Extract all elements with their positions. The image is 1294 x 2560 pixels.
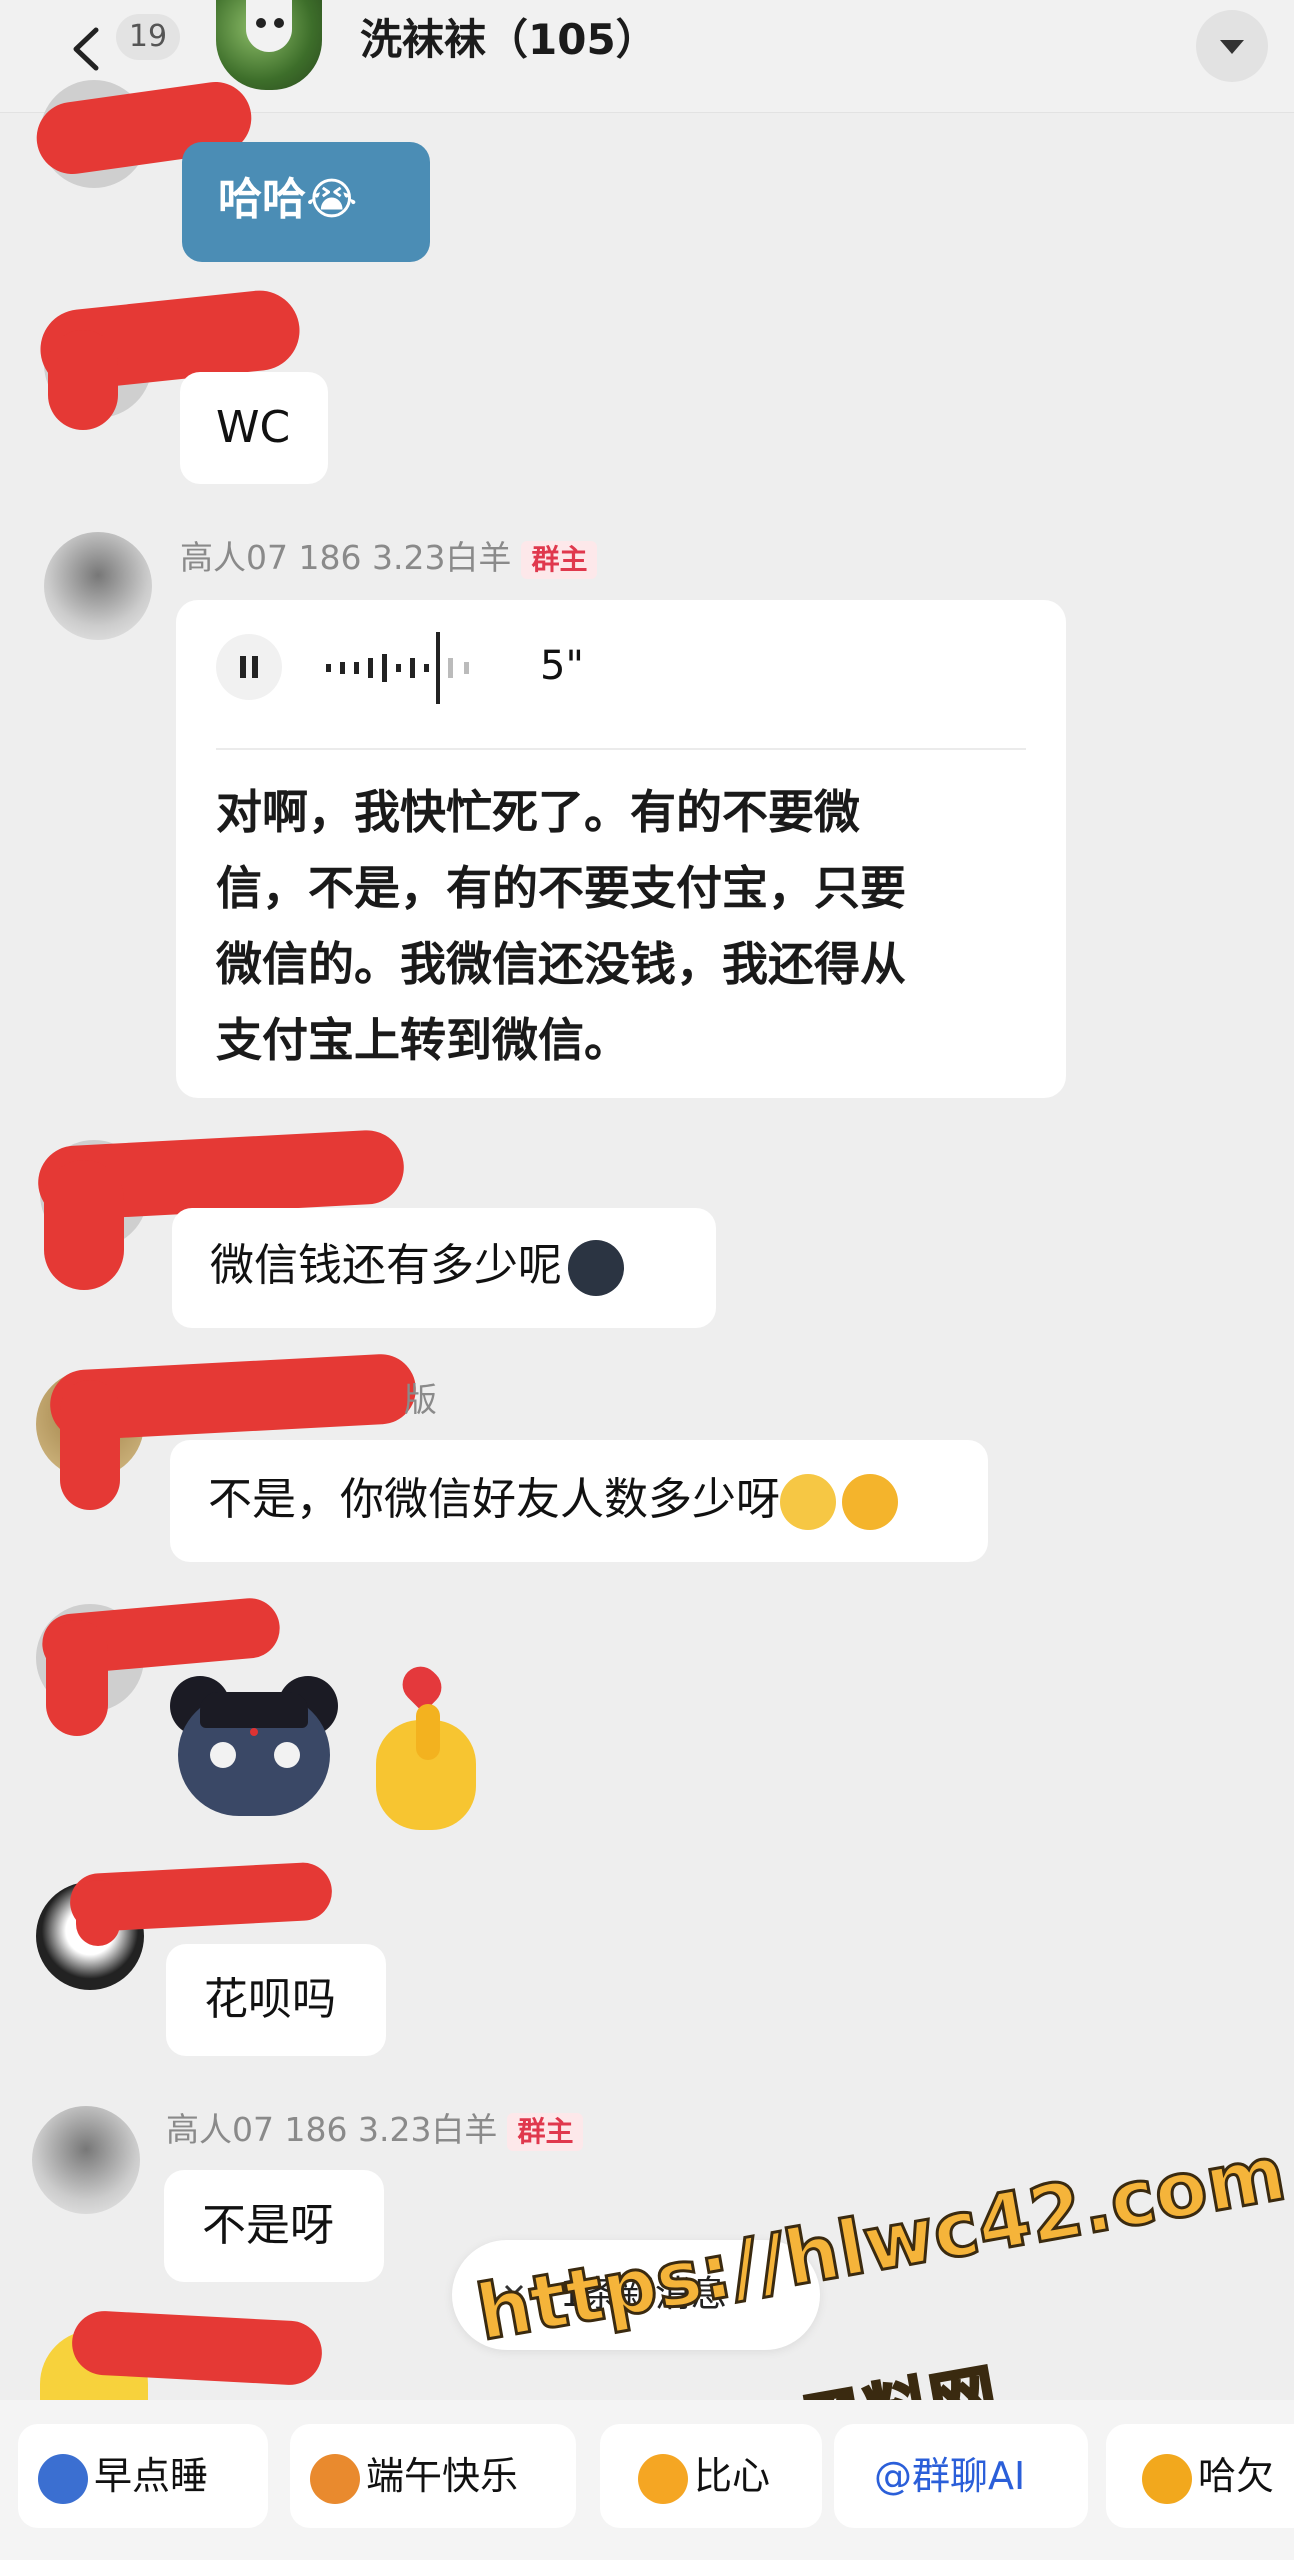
sender-name: 高人07 186 3.23白羊 群主 bbox=[166, 2108, 584, 2152]
waveform-icon bbox=[326, 632, 469, 704]
chip-label: 哈欠 bbox=[1198, 2454, 1275, 2498]
redaction-mark bbox=[46, 1620, 108, 1736]
finger-heart-sticker[interactable] bbox=[366, 1659, 486, 1834]
transcript-line: 对啊，我快忙死了。有的不要微 bbox=[216, 785, 860, 839]
silly-emoji-icon bbox=[842, 1474, 898, 1530]
yawn-icon bbox=[1142, 2453, 1192, 2504]
quick-reply-chip[interactable]: 哈欠 bbox=[1106, 2424, 1294, 2528]
quick-reply-chip[interactable]: 端午快乐 bbox=[290, 2424, 576, 2528]
monster-sticker[interactable] bbox=[170, 1676, 338, 1816]
avatar[interactable] bbox=[44, 532, 152, 640]
voice-duration: 5" bbox=[540, 643, 584, 689]
pause-button[interactable] bbox=[216, 634, 282, 700]
dragon-icon bbox=[310, 2453, 360, 2504]
chip-label: 比心 bbox=[694, 2454, 771, 2498]
quick-reply-chip[interactable]: 比心 bbox=[600, 2424, 822, 2528]
message-text: 不是，你微信好友人数多少呀 bbox=[208, 1474, 780, 1525]
role-badge: 群主 bbox=[507, 2112, 584, 2151]
message-bubble[interactable]: 不是，你微信好友人数多少呀 bbox=[170, 1440, 988, 1562]
chip-label: 端午快乐 bbox=[366, 2454, 519, 2498]
chip-label: @群聊AI bbox=[874, 2454, 1026, 2498]
group-title: 洗袜袜（105） bbox=[360, 15, 658, 64]
message-bubble[interactable]: 花呗吗 bbox=[166, 1944, 386, 2056]
sender-name: 版 bbox=[404, 1380, 437, 1419]
voice-message-card[interactable]: 5" 对啊，我快忙死了。有的不要微 信，不是，有的不要支付宝，只要 微信的。我微… bbox=[176, 600, 1066, 1098]
unread-count-badge: 19 bbox=[116, 14, 180, 60]
sender-name-text: 高人07 186 3.23白羊 bbox=[166, 2110, 498, 2149]
avatar[interactable] bbox=[32, 2106, 140, 2214]
message-text: 花呗吗 bbox=[204, 1974, 336, 2025]
role-badge: 群主 bbox=[521, 540, 598, 579]
redaction-mark bbox=[44, 1160, 124, 1290]
message-bubble[interactable]: 微信钱还有多少呢 bbox=[172, 1208, 716, 1328]
redaction-mark bbox=[76, 1880, 120, 1946]
transcript-line: 支付宝上转到微信。 bbox=[216, 1013, 630, 1067]
message-bubble[interactable]: WC bbox=[180, 372, 328, 484]
group-avatar[interactable] bbox=[216, 0, 322, 90]
chevron-left-icon bbox=[73, 27, 99, 71]
pause-icon bbox=[240, 656, 258, 678]
more-menu-button[interactable] bbox=[1196, 10, 1268, 82]
heart-hand-icon bbox=[638, 2453, 688, 2504]
chevron-down-icon bbox=[1220, 40, 1244, 54]
message-text: 哈哈😭 bbox=[218, 174, 358, 225]
redaction-mark bbox=[60, 1380, 120, 1510]
message-bubble[interactable]: 不是呀 bbox=[164, 2170, 384, 2282]
crying-emoji-icon bbox=[780, 1474, 836, 1530]
sender-name-text: 高人07 186 3.23白羊 bbox=[180, 538, 512, 577]
quick-reply-chip[interactable]: 早点睡 bbox=[18, 2424, 268, 2528]
moon-icon bbox=[38, 2453, 88, 2504]
voice-transcript: 对啊，我快忙死了。有的不要微 信，不是，有的不要支付宝，只要 微信的。我微信还没… bbox=[216, 774, 906, 1078]
quick-reply-chip[interactable]: @群聊AI bbox=[834, 2424, 1088, 2528]
sweat-emoji-icon bbox=[568, 1240, 624, 1296]
transcript-line: 信，不是，有的不要支付宝，只要 bbox=[216, 861, 906, 915]
message-text: 微信钱还有多少呢 bbox=[210, 1240, 562, 1291]
transcript-line: 微信的。我微信还没钱，我还得从 bbox=[216, 937, 906, 991]
message-bubble[interactable]: 哈哈😭 bbox=[182, 142, 430, 262]
message-text: 不是呀 bbox=[202, 2200, 334, 2251]
chip-label: 早点睡 bbox=[94, 2454, 209, 2498]
message-text: WC bbox=[216, 402, 291, 453]
sender-name: 高人07 186 3.23白羊 群主 bbox=[180, 536, 598, 580]
divider bbox=[216, 748, 1026, 750]
redaction-mark bbox=[48, 330, 118, 430]
redaction-mark bbox=[70, 2309, 324, 2387]
